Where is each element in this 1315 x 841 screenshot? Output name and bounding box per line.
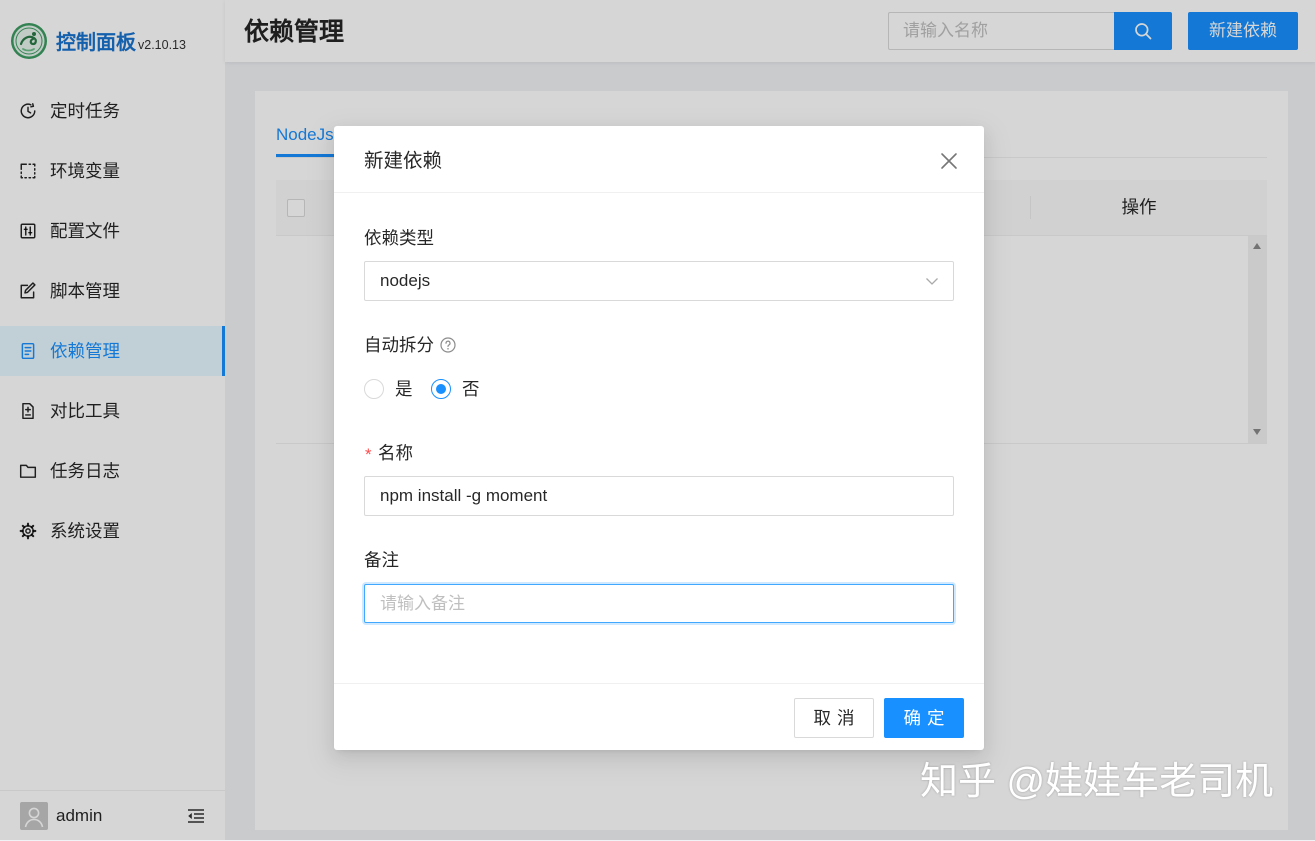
radio-yes-label[interactable]: 是 <box>395 377 413 401</box>
close-icon[interactable] <box>940 152 958 170</box>
type-select[interactable]: nodejs <box>364 261 954 301</box>
dialog-title: 新建依赖 <box>364 150 443 172</box>
type-select-value: nodejs <box>380 271 431 290</box>
type-label: 依赖类型 <box>364 228 434 248</box>
dialog-header: 新建依赖 <box>334 126 984 193</box>
chevron-down-icon <box>925 274 939 288</box>
name-input[interactable] <box>364 476 954 516</box>
auto-split-label: 自动拆分 <box>364 335 434 355</box>
watermark: 知乎 @娃娃车老司机 <box>920 761 1274 803</box>
remark-input[interactable] <box>364 584 954 623</box>
cancel-button[interactable]: 取消 <box>794 698 874 738</box>
name-label: 名称 <box>378 443 413 463</box>
question-circle-icon[interactable] <box>440 337 456 353</box>
radio-no[interactable] <box>431 379 451 399</box>
remark-label: 备注 <box>364 550 399 570</box>
new-dependency-dialog: 新建依赖 依赖类型 nodejs 自动拆分 是 否 * 名称 备注 取消 确定 <box>334 126 984 750</box>
radio-no-label[interactable]: 否 <box>462 377 480 401</box>
dialog-footer: 取消 确定 <box>334 683 984 750</box>
required-mark: * <box>365 445 372 464</box>
radio-yes[interactable] <box>364 379 384 399</box>
ok-button[interactable]: 确定 <box>884 698 964 738</box>
